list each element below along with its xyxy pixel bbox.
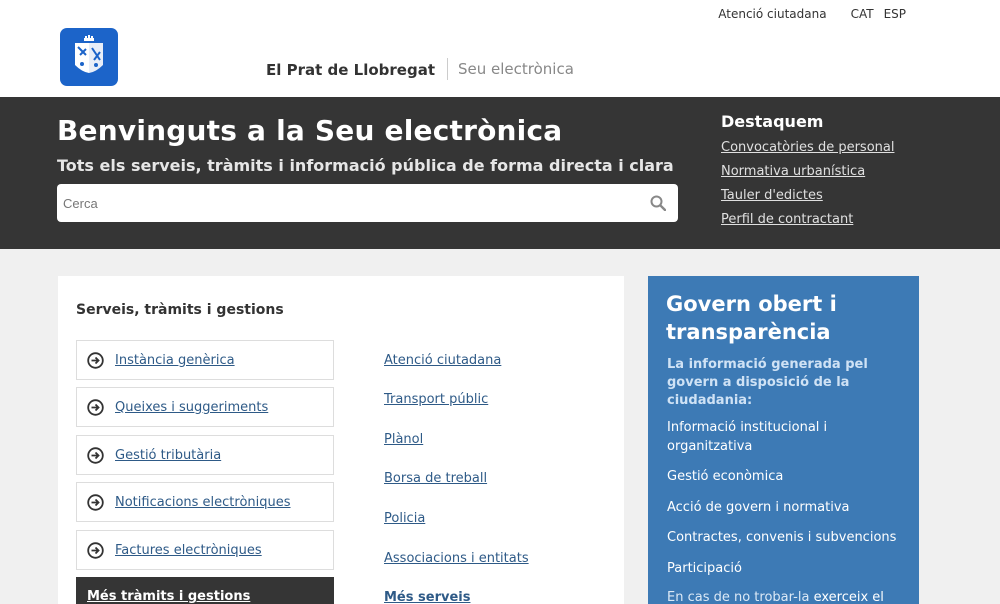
site-header: Atenció ciutadana CAT ESP El Prat de Llo… xyxy=(0,0,1000,97)
service-link[interactable]: Plànol xyxy=(384,432,423,447)
procedure-item[interactable]: Gestió tributària xyxy=(76,435,334,475)
gov-footer-link[interactable]: exerceix el xyxy=(814,590,884,604)
more-procedures-button[interactable]: Més tràmits i gestions xyxy=(76,577,334,604)
atencio-ciutadana-link[interactable]: Atenció ciutadana xyxy=(718,7,826,21)
arrow-circle-right-icon xyxy=(87,447,104,464)
page-subtitle: Tots els serveis, tràmits i informació p… xyxy=(57,156,674,175)
highlight-link[interactable]: Perfil de contractant xyxy=(721,211,894,228)
highlight-link[interactable]: Convocatòries de personal xyxy=(721,139,894,156)
more-services-link[interactable]: Més serveis xyxy=(384,590,470,604)
highlight-link[interactable]: Tauler d'edictes xyxy=(721,187,894,204)
top-links: Atenció ciutadana CAT ESP xyxy=(718,7,916,21)
service-link[interactable]: Borsa de treball xyxy=(384,471,487,486)
open-government-panel: Govern obert i transparència La informac… xyxy=(648,276,919,604)
page-title: Benvinguts a la Seu electrònica xyxy=(57,114,563,147)
procedure-item[interactable]: Queixes i suggeriments xyxy=(76,387,334,427)
lang-cat-link[interactable]: CAT xyxy=(851,7,874,21)
procedure-item[interactable]: Notificacions electròniques xyxy=(76,482,334,522)
header-divider xyxy=(447,58,448,80)
service-link[interactable]: Associacions i entitats xyxy=(384,551,529,566)
highlights: Destaquem Convocatòries de personal Norm… xyxy=(721,112,894,235)
gov-footer-text: En cas de no trobar-la xyxy=(667,590,810,604)
arrow-circle-right-icon xyxy=(87,399,104,416)
services-card: Serveis, tràmits i gestions Instància ge… xyxy=(58,276,624,604)
services-title: Serveis, tràmits i gestions xyxy=(76,302,284,318)
hero-banner: Benvinguts a la Seu electrònica Tots els… xyxy=(0,97,1000,249)
procedure-link[interactable]: Gestió tributària xyxy=(115,448,221,463)
service-link[interactable]: Transport públic xyxy=(384,392,488,407)
seu-name[interactable]: Seu electrònica xyxy=(458,60,574,78)
procedure-link[interactable]: Notificacions electròniques xyxy=(115,495,291,510)
search-icon[interactable] xyxy=(650,195,666,211)
arrow-circle-right-icon xyxy=(87,542,104,559)
more-procedures-link[interactable]: Més tràmits i gestions xyxy=(87,589,250,604)
procedure-link[interactable]: Instància genèrica xyxy=(115,353,235,368)
highlight-link[interactable]: Normativa urbanística xyxy=(721,163,894,180)
procedure-item[interactable]: Instància genèrica xyxy=(76,340,334,380)
site-logo[interactable] xyxy=(60,28,118,86)
procedure-item[interactable]: Factures electròniques xyxy=(76,530,334,570)
procedure-link[interactable]: Factures electròniques xyxy=(115,543,262,558)
arrow-circle-right-icon xyxy=(87,352,104,369)
gov-footer: En cas de no trobar-la exerceix el xyxy=(667,590,917,604)
highlights-title: Destaquem xyxy=(721,112,824,131)
arrow-circle-right-icon xyxy=(87,494,104,511)
site-name[interactable]: El Prat de Llobregat xyxy=(266,61,435,79)
search-box xyxy=(57,184,678,222)
gov-link[interactable]: Informació institucional i organitzativa xyxy=(667,418,907,456)
lang-esp-link[interactable]: ESP xyxy=(884,7,906,21)
gov-link[interactable]: Gestió econòmica xyxy=(667,467,907,486)
gov-link[interactable]: Acció de govern i normativa xyxy=(667,498,907,517)
coat-of-arms-logo xyxy=(75,35,103,73)
gov-link[interactable]: Participació xyxy=(667,559,907,578)
gov-intro: La informació generada pel govern a disp… xyxy=(667,357,868,408)
procedure-link[interactable]: Queixes i suggeriments xyxy=(115,400,268,415)
gov-title: Govern obert i transparència xyxy=(666,292,837,344)
service-link[interactable]: Policia xyxy=(384,511,425,526)
gov-link[interactable]: Contractes, convenis i subvencions xyxy=(667,528,907,547)
service-link[interactable]: Atenció ciutadana xyxy=(384,353,501,368)
search-input[interactable] xyxy=(57,184,637,222)
